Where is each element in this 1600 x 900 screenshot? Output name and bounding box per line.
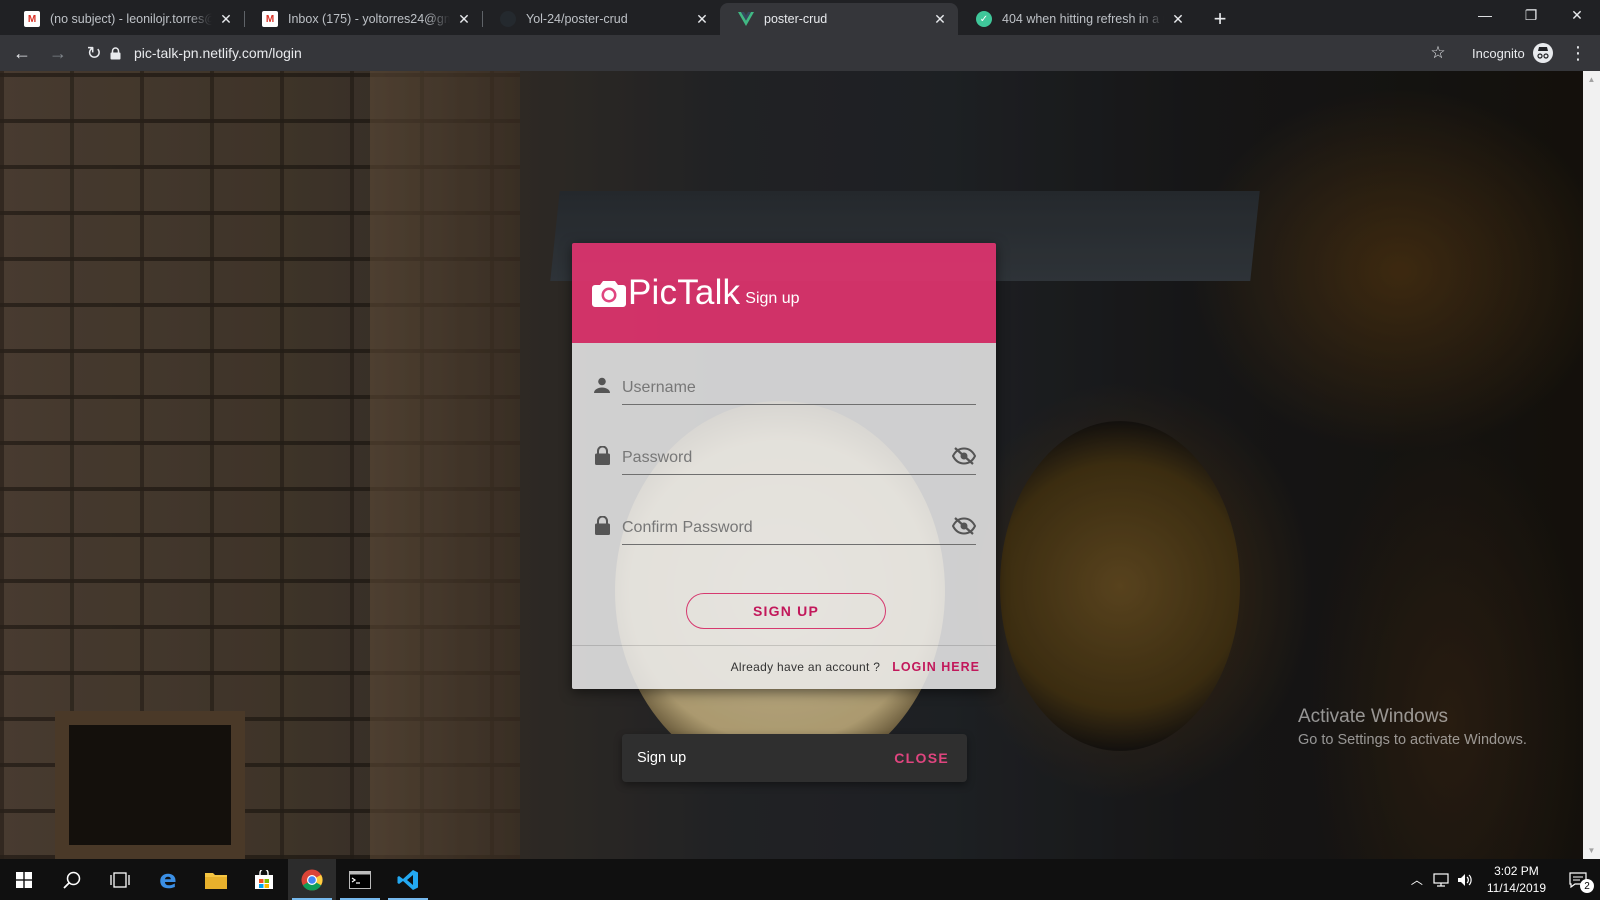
lock-icon: [592, 515, 612, 535]
gmail-icon: M: [262, 11, 278, 27]
edge-icon[interactable]: e: [144, 859, 192, 900]
netlify-icon: ✓: [976, 11, 992, 27]
terminal-icon[interactable]: [336, 859, 384, 900]
close-tab-icon[interactable]: ✕: [218, 11, 234, 27]
close-tab-icon[interactable]: ✕: [694, 11, 710, 27]
network-icon[interactable]: [1429, 859, 1453, 900]
volume-icon[interactable]: [1453, 859, 1477, 900]
vscode-icon[interactable]: [384, 859, 432, 900]
gmail-icon: M: [24, 11, 40, 27]
store-icon[interactable]: [240, 859, 288, 900]
snackbar-close-button[interactable]: CLOSE: [894, 750, 949, 766]
search-icon[interactable]: [48, 859, 96, 900]
lock-icon: [592, 445, 612, 465]
confirm-password-field: [592, 505, 976, 545]
tab-title: 404 when hitting refresh in a rou: [1002, 12, 1164, 26]
visibility-off-icon[interactable]: [952, 445, 976, 467]
person-icon: [592, 375, 612, 395]
username-field: [592, 365, 976, 405]
login-here-link[interactable]: LOGIN HERE: [892, 660, 980, 674]
reload-icon[interactable]: ↻: [76, 35, 112, 71]
watermark-subtitle: Go to Settings to activate Windows.: [1298, 732, 1527, 748]
card-body: SIGN UP Already have an account ? LOGIN …: [572, 343, 996, 689]
confirm-password-input[interactable]: [622, 505, 976, 544]
back-icon[interactable]: ←: [4, 35, 40, 71]
windows-start-icon[interactable]: [0, 859, 48, 900]
task-view-icon[interactable]: [96, 859, 144, 900]
browser-tab[interactable]: M Inbox (175) - yoltorres24@gmail ✕: [244, 3, 482, 35]
snackbar-message: Sign up: [637, 750, 687, 766]
tab-title: Yol-24/poster-crud: [526, 12, 628, 26]
forward-icon[interactable]: →: [40, 35, 76, 71]
github-icon: [500, 11, 516, 27]
watermark-title: Activate Windows: [1298, 706, 1448, 727]
vuejs-icon: [738, 11, 754, 27]
restore-icon[interactable]: ❐: [1508, 0, 1554, 30]
browser-tab[interactable]: M (no subject) - leonilojr.torres@st ✕: [6, 3, 244, 35]
password-field: [592, 435, 976, 475]
lock-icon: [108, 46, 122, 60]
username-input[interactable]: [622, 365, 976, 404]
close-window-icon[interactable]: ✕: [1554, 0, 1600, 30]
browser-tab-active[interactable]: poster-crud ✕: [720, 3, 958, 35]
snackbar: Sign up CLOSE: [622, 734, 967, 782]
clock-date: 11/14/2019: [1486, 880, 1546, 895]
camera-icon: [592, 281, 626, 307]
chevron-up-icon[interactable]: ︿: [1405, 859, 1429, 900]
clock-time: 3:02 PM: [1494, 863, 1539, 878]
account-question: Already have an account ?: [730, 660, 881, 674]
visibility-off-icon[interactable]: [952, 515, 976, 537]
close-tab-icon[interactable]: ✕: [1170, 11, 1186, 27]
scroll-up-icon[interactable]: ▲: [1583, 71, 1600, 88]
browser-tab-strip: M (no subject) - leonilojr.torres@st ✕ M…: [0, 0, 1600, 35]
scroll-down-icon[interactable]: ▼: [1583, 842, 1600, 859]
brand-title: PicTalk: [628, 273, 741, 312]
tab-title: Inbox (175) - yoltorres24@gmail: [288, 12, 450, 26]
profile-label: Incognito: [1472, 45, 1525, 61]
activate-windows-watermark: Activate Windows Go to Settings to activ…: [1298, 706, 1527, 748]
new-tab-button[interactable]: +: [1204, 3, 1236, 35]
chrome-icon[interactable]: [288, 859, 336, 900]
tab-title: poster-crud: [764, 12, 828, 26]
sign-up-button[interactable]: SIGN UP: [686, 593, 886, 629]
windows-taskbar: e ︿ 3:02 PM 11/14/2019 2: [0, 859, 1600, 900]
address-bar[interactable]: pic-talk-pn.netlify.com/login: [108, 39, 1438, 67]
bookmark-star-icon[interactable]: ☆: [1426, 41, 1450, 65]
action-center-icon[interactable]: 2: [1556, 859, 1600, 900]
taskbar-clock[interactable]: 3:02 PM 11/14/2019: [1477, 863, 1556, 897]
signup-card: PicTalk Sign up Username SIGN UP Already…: [572, 243, 996, 689]
profile-button[interactable]: Incognito: [1472, 41, 1553, 65]
browser-tab[interactable]: ✓ 404 when hitting refresh in a rou ✕: [958, 3, 1196, 35]
card-subtitle: Sign up: [745, 290, 800, 307]
password-input[interactable]: [622, 435, 976, 474]
browser-tab[interactable]: Yol-24/poster-crud ✕: [482, 3, 720, 35]
minimize-icon[interactable]: —: [1462, 0, 1508, 30]
browser-toolbar: ← → ↻ pic-talk-pn.netlify.com/login ☆ In…: [0, 35, 1600, 71]
vertical-scrollbar[interactable]: ▲ ▼: [1583, 71, 1600, 859]
url-text: pic-talk-pn.netlify.com/login: [134, 45, 302, 61]
card-header: PicTalk Sign up: [572, 243, 996, 343]
close-tab-icon[interactable]: ✕: [456, 11, 472, 27]
incognito-icon: [1532, 43, 1553, 63]
notification-badge: 2: [1580, 879, 1594, 893]
close-tab-icon[interactable]: ✕: [932, 11, 948, 27]
menu-kebab-icon[interactable]: ⋮: [1566, 41, 1590, 65]
file-explorer-icon[interactable]: [192, 859, 240, 900]
window-controls: — ❐ ✕: [1462, 0, 1600, 30]
tab-title: (no subject) - leonilojr.torres@st: [50, 12, 212, 26]
system-tray: ︿ 3:02 PM 11/14/2019 2: [1405, 859, 1600, 900]
card-footer: Already have an account ? LOGIN HERE: [731, 655, 980, 679]
divider: [572, 645, 996, 646]
